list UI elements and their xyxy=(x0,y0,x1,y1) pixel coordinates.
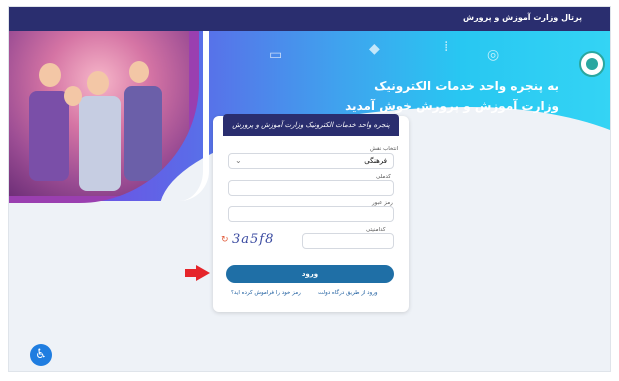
students-photo xyxy=(9,31,199,203)
refresh-icon[interactable]: ↻ xyxy=(221,235,229,245)
accessibility-icon[interactable]: ♿ xyxy=(30,344,52,366)
students-image xyxy=(9,31,189,196)
forgot-password-link[interactable]: رمز خود را فراموش کرده اید؟ xyxy=(231,290,301,296)
student-figure xyxy=(29,91,69,181)
graduation-cap-icon: ◆ xyxy=(369,41,380,57)
monitor-icon: ▭ xyxy=(269,47,283,63)
portal-title[interactable]: پرتال وزارت آموزش و پرورش xyxy=(463,13,582,22)
welcome-line-2: وزارت آموزش و پرورش خوش آمدید xyxy=(345,99,559,113)
dots-icon: ⁞ xyxy=(444,39,449,55)
role-label: انتخاب نقش xyxy=(370,146,399,152)
login-button[interactable]: ورود xyxy=(226,265,394,283)
captcha-image: 3a5f8 xyxy=(232,232,275,247)
password-input[interactable] xyxy=(228,206,394,222)
ministry-logo xyxy=(579,51,605,77)
gov-gateway-link[interactable]: ورود از طریق درگاه دولت xyxy=(318,290,378,296)
red-arrow-pointer xyxy=(196,265,210,281)
chevron-down-icon: ⌄ xyxy=(235,156,242,165)
globe-icon: ◎ xyxy=(487,47,500,63)
photo-border-ring xyxy=(179,31,209,201)
logo-mark xyxy=(586,58,598,70)
student-face xyxy=(39,63,61,87)
role-selected-value: فرهنگی xyxy=(364,157,387,165)
student-face xyxy=(64,86,82,106)
welcome-text: به پنجره واحد خدمات الکترونیک وزارت آموز… xyxy=(279,79,559,113)
student-face xyxy=(87,71,109,95)
role-select[interactable]: فرهنگی ⌄ xyxy=(228,153,394,169)
national-code-input[interactable] xyxy=(228,180,394,196)
student-figure xyxy=(124,86,162,181)
student-face xyxy=(129,61,149,83)
student-figure xyxy=(79,96,121,191)
top-navbar: پرتال وزارت آموزش و پرورش xyxy=(9,7,610,31)
login-card-header: پنجره واحد خدمات الکترونیک وزارت آموزش و… xyxy=(223,114,399,136)
welcome-line-1: به پنجره واحد خدمات الکترونیک xyxy=(374,79,559,93)
captcha-input[interactable] xyxy=(302,233,394,249)
